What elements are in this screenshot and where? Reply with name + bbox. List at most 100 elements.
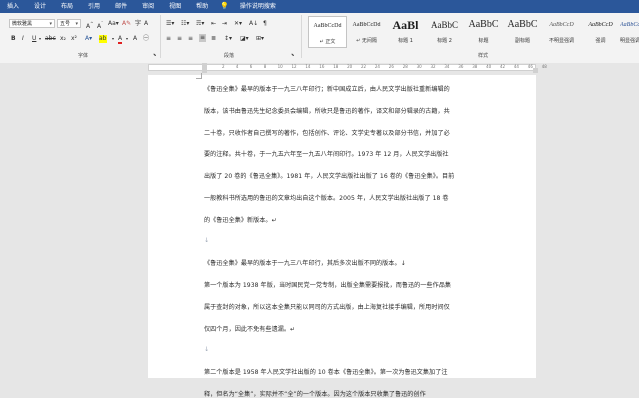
tab-design[interactable]: 设计	[27, 0, 54, 13]
numbering-button[interactable]: ☷▾	[181, 20, 189, 28]
multilevel-list-button[interactable]: ☴▾	[196, 20, 204, 28]
ruler-number: 4	[235, 64, 239, 69]
distributed-button[interactable]: ≣	[211, 35, 216, 43]
tab-insert[interactable]: 插入	[0, 0, 27, 13]
style-name: 标题	[478, 38, 489, 44]
tab-layout[interactable]: 布局	[54, 0, 81, 13]
style-name: 标题 2	[437, 38, 452, 44]
tab-view[interactable]: 视图	[162, 0, 189, 13]
style-emphasis[interactable]: AaBbCcD 强调	[581, 16, 620, 48]
change-case-button[interactable]: Aa▾	[108, 20, 119, 28]
chevron-down-icon[interactable]: ▾	[39, 35, 41, 43]
align-right-button[interactable]: ≡	[188, 35, 193, 43]
style-preview: AaBbC	[431, 20, 458, 30]
ruler-number: 8	[263, 64, 267, 69]
underline-button[interactable]: U	[32, 35, 36, 43]
style-normal[interactable]: AaBbCcDd ↵ 正文	[308, 16, 347, 48]
bullets-button[interactable]: ☰▾	[166, 20, 174, 28]
bold-button[interactable]: B	[11, 35, 16, 43]
sort-button[interactable]: A↓	[249, 20, 258, 28]
tab-review[interactable]: 审阅	[135, 0, 162, 13]
ruler-number: 14	[305, 64, 311, 69]
font-size-select[interactable]: 五号 ▾	[57, 19, 81, 28]
ruler-number: 28	[402, 64, 408, 69]
ruler-number: 46	[527, 64, 533, 69]
ruler-number: 6	[249, 64, 253, 69]
align-left-button[interactable]: ≡	[166, 35, 171, 43]
document-line: ↓	[204, 345, 210, 353]
document-line: 的《鲁迅全集》新版本。↵	[204, 216, 277, 224]
style-no-spacing[interactable]: AaBbCcDd ↵ 无间隔	[347, 16, 386, 48]
tab-references[interactable]: 引用	[81, 0, 108, 13]
document-line: 一般教科书所选用的鲁迅的文章均出自这个版本。2005 年，人民文学出版社出版了 …	[204, 195, 449, 202]
left-indent-marker[interactable]	[202, 68, 207, 73]
style-preview: AaBbC	[468, 19, 499, 30]
chevron-down-icon[interactable]: ▾	[112, 35, 114, 43]
chevron-down-icon[interactable]: ▾	[126, 35, 128, 43]
ruler-number: 40	[486, 64, 492, 69]
horizontal-ruler[interactable]: 2 4 6 8 10 12 14 16 18 20 22 24 26 28 30 32 34 36 38 40 42 44…	[0, 63, 639, 73]
grow-font-button[interactable]: A^	[86, 20, 93, 31]
style-subtle-emphasis[interactable]: AaBbCcD 不明显强调	[542, 16, 581, 48]
clear-format-icon[interactable]: A✎	[122, 20, 131, 28]
strikethrough-button[interactable]: abc	[45, 35, 56, 43]
decrease-indent-button[interactable]: ⇤	[211, 20, 216, 28]
tab-help[interactable]: 帮助	[189, 0, 216, 13]
right-indent-marker[interactable]	[533, 68, 538, 73]
show-marks-button[interactable]: ¶	[263, 20, 267, 28]
style-preview: AaBbC	[507, 19, 538, 30]
font-size-value: 五号	[60, 21, 71, 27]
font-name-select[interactable]: 微软雅黑 ▾	[9, 19, 55, 28]
font-name-value: 微软雅黑	[12, 21, 33, 27]
increase-indent-button[interactable]: ⇥	[222, 20, 227, 28]
font-dialog-launcher-icon[interactable]: ⬊	[153, 51, 156, 59]
chevron-down-icon: ▾	[49, 21, 52, 27]
style-heading-1[interactable]: AaBl 标题 1	[386, 16, 425, 48]
italic-button[interactable]: I	[22, 35, 24, 43]
ruler-number: 36	[458, 64, 464, 69]
borders-button[interactable]: ⊞▾	[256, 35, 264, 43]
font-color-button[interactable]: A	[118, 35, 123, 44]
tab-mailings[interactable]: 邮件	[108, 0, 135, 13]
text-effects-button[interactable]: A▾	[85, 35, 92, 43]
style-heading-2[interactable]: AaBbC 标题 2	[425, 16, 464, 48]
styles-group-label: 样式	[478, 53, 489, 59]
ruler-number: 24	[374, 64, 380, 69]
ruler-number: 34	[444, 64, 450, 69]
chinese-layout-button[interactable]: ✕▾	[234, 20, 242, 28]
style-subtitle[interactable]: AaBbC 副标题	[503, 16, 542, 48]
style-preview: AaBbCcD	[620, 22, 639, 28]
paragraph-dialog-launcher-icon[interactable]: ⬊	[291, 51, 294, 59]
ruler-number: 48	[541, 64, 547, 69]
tell-me-search[interactable]: 操作说明搜索	[233, 0, 284, 13]
ruler-number: 22	[361, 64, 367, 69]
style-intense-emphasis[interactable]: AaBbCcD 明显强调	[620, 16, 639, 48]
style-title[interactable]: AaBbC 标题	[464, 16, 503, 48]
shading-button[interactable]: ◪▾	[240, 35, 249, 43]
char-border-icon[interactable]: A	[144, 20, 148, 28]
style-name: ↵ 正文	[319, 39, 336, 45]
enclose-char-button[interactable]: ㊀	[143, 35, 149, 43]
ruler-number: 18	[333, 64, 339, 69]
ruler-number: 10	[277, 64, 283, 69]
shrink-font-button[interactable]: Aˇ	[97, 20, 103, 31]
highlight-button[interactable]: ab	[99, 35, 107, 43]
line-spacing-button[interactable]: ↕▾	[224, 35, 232, 43]
phonetic-guide-icon[interactable]: 字	[135, 20, 141, 28]
align-center-button[interactable]: ≡	[177, 35, 182, 43]
justify-button[interactable]: ≡	[199, 34, 207, 42]
document-line: 《鲁迅全集》最早的版本于一九三八年印行，其后多次出版不同的版本。↓	[204, 260, 406, 268]
document-page[interactable]: 《鲁迅全集》最早的版本于一九三八年印行；新中国成立后，由人民文学出版社重新编辑的…	[148, 73, 536, 398]
char-shading-button[interactable]: A	[133, 35, 137, 43]
subscript-button[interactable]: x₂	[60, 35, 66, 43]
styles-gallery: AaBbCcDd ↵ 正文 AaBbCcDd ↵ 无间隔 AaBl 标题 1 A…	[306, 16, 639, 48]
ruler-number: 20	[347, 64, 353, 69]
group-divider	[160, 15, 161, 58]
style-name: ↵ 无间隔	[356, 38, 377, 44]
style-name: 明显强调	[620, 38, 639, 44]
document-line: 属于查封的对象，所以这本全集只能以同司的方式出版，由上海复社接手编辑，所用时间仅	[204, 304, 450, 311]
style-preview: AaBbCcD	[549, 22, 574, 28]
superscript-button[interactable]: x²	[71, 35, 77, 43]
ruler-number: 30	[416, 64, 422, 69]
ruler-number: 2	[222, 64, 225, 69]
